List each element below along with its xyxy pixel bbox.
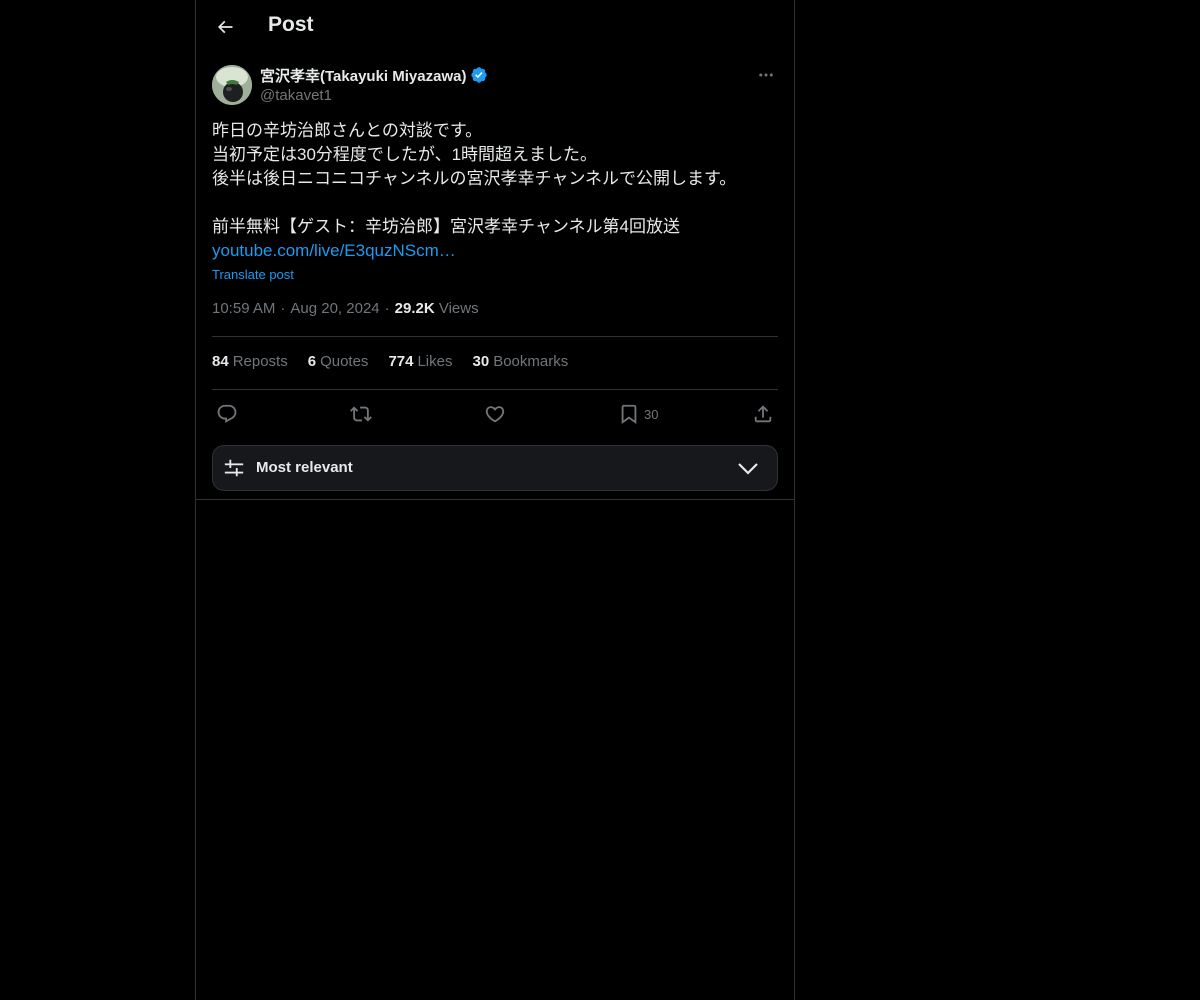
main-column: Post 宮沢孝幸(Takayuki Miyazawa) @takavet1 昨… bbox=[195, 0, 795, 1000]
reply-sort-dropdown[interactable]: Most relevant bbox=[212, 445, 778, 491]
chevron-down-icon bbox=[738, 463, 758, 475]
share-button[interactable] bbox=[752, 400, 774, 428]
page-header: Post bbox=[196, 0, 794, 54]
meta-separator: · bbox=[280, 300, 286, 317]
views-count: 29.2K bbox=[394, 300, 435, 317]
views-label: Views bbox=[438, 300, 479, 317]
sliders-icon bbox=[224, 459, 244, 477]
bookmarks-label: Bookmarks bbox=[493, 353, 569, 370]
author-display-name[interactable]: 宮沢孝幸(Takayuki Miyazawa) bbox=[260, 65, 466, 86]
reply-icon bbox=[217, 404, 237, 423]
post-text-blank-line bbox=[212, 191, 778, 215]
engagement-stats: 84 Reposts 6 Quotes 774 Likes 30 Bookmarks bbox=[212, 353, 568, 370]
bookmarks-stat[interactable]: 30 Bookmarks bbox=[473, 353, 569, 370]
more-horizontal-icon bbox=[759, 73, 773, 77]
repost-icon bbox=[350, 406, 372, 422]
like-button[interactable] bbox=[484, 400, 506, 428]
reply-button[interactable] bbox=[216, 400, 238, 428]
divider bbox=[196, 499, 794, 500]
post-text-line: 後半は後日ニコニコチャンネルの宮沢孝幸チャンネルで公開します。 bbox=[212, 169, 737, 188]
back-button[interactable] bbox=[208, 10, 242, 44]
heart-icon bbox=[485, 406, 505, 423]
reposts-count: 84 bbox=[212, 353, 229, 370]
post-text-line: 昨日の辛坊治郎さんとの対談です。 bbox=[212, 121, 483, 140]
reposts-label: Reposts bbox=[232, 353, 288, 370]
translate-post-link[interactable]: Translate post bbox=[212, 267, 294, 282]
share-icon bbox=[754, 405, 772, 423]
post-date[interactable]: Aug 20, 2024 bbox=[290, 300, 379, 317]
likes-label: Likes bbox=[417, 353, 453, 370]
post-text-line: 当初予定は30分程度でしたが、1時間超えました。 bbox=[212, 145, 598, 164]
divider bbox=[212, 389, 778, 390]
bookmark-count: 30 bbox=[644, 406, 659, 422]
verified-badge-icon[interactable] bbox=[470, 66, 488, 84]
page-title: Post bbox=[268, 13, 314, 36]
meta-separator: · bbox=[384, 300, 390, 317]
back-arrow-icon bbox=[217, 20, 233, 34]
avatar-image-icon bbox=[212, 65, 252, 105]
bookmark-button[interactable]: 30 bbox=[618, 400, 658, 428]
quotes-stat[interactable]: 6 Quotes bbox=[308, 353, 369, 370]
post-link[interactable]: youtube.com/live/E3quzNScm… bbox=[212, 241, 456, 260]
divider bbox=[212, 336, 778, 337]
post-text: 昨日の辛坊治郎さんとの対談です。 当初予定は30分程度でしたが、1時間超えました… bbox=[212, 119, 778, 263]
quotes-count: 6 bbox=[307, 353, 317, 370]
post-meta: 10:59 AM · Aug 20, 2024 · 29.2K Views bbox=[212, 300, 479, 317]
bookmark-icon bbox=[621, 404, 637, 425]
action-bar: 30 bbox=[212, 400, 778, 428]
post-time[interactable]: 10:59 AM bbox=[212, 300, 275, 317]
likes-stat[interactable]: 774 Likes bbox=[388, 353, 452, 370]
reposts-stat[interactable]: 84 Reposts bbox=[212, 353, 288, 370]
bookmarks-count: 30 bbox=[472, 353, 490, 370]
author-block: 宮沢孝幸(Takayuki Miyazawa) @takavet1 bbox=[260, 64, 488, 104]
author-name-row: 宮沢孝幸(Takayuki Miyazawa) bbox=[260, 64, 488, 86]
quotes-label: Quotes bbox=[320, 353, 369, 370]
post-text-line: 前半無料【ゲスト：辛坊治郎】宮沢孝幸チャンネル第4回放送 bbox=[212, 217, 680, 236]
sort-selected-value: Most relevant bbox=[256, 459, 353, 476]
likes-count: 774 bbox=[388, 353, 414, 370]
more-options-button[interactable] bbox=[754, 64, 778, 86]
repost-button[interactable] bbox=[350, 400, 372, 428]
avatar[interactable] bbox=[212, 65, 252, 105]
author-handle[interactable]: @takavet1 bbox=[260, 87, 488, 104]
